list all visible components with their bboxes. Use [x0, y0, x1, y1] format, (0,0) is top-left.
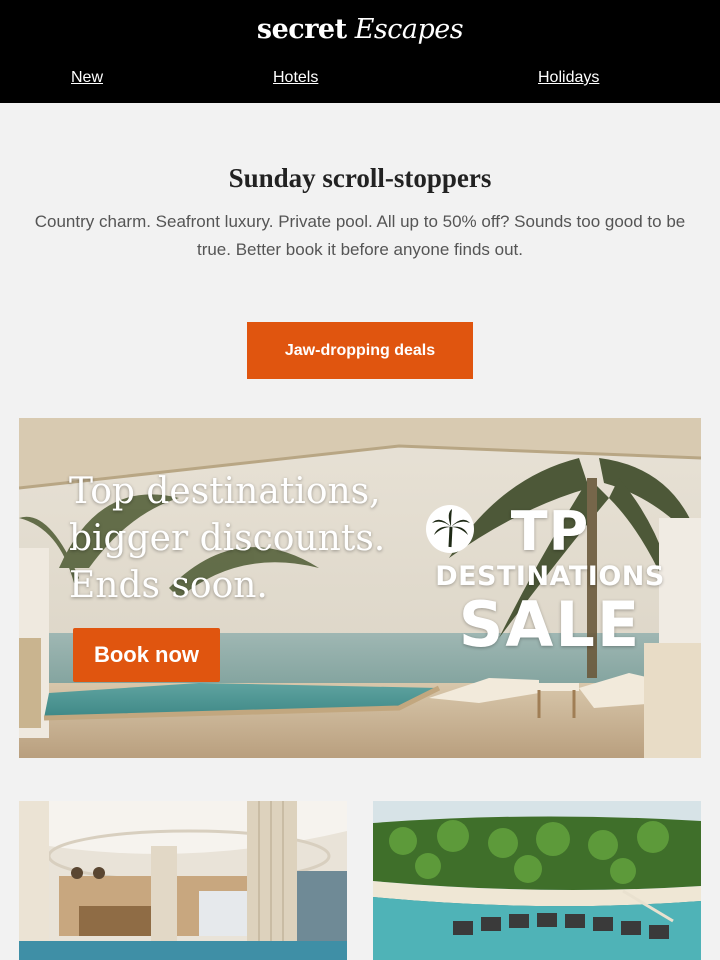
top-destinations-sale-badge: TP DESTINATIONS SALE — [424, 503, 676, 657]
island-resort-aerial-photo — [373, 801, 701, 960]
banner-headline-line: bigger discounts. — [69, 518, 386, 559]
hotel-card[interactable] — [19, 801, 347, 960]
book-now-button[interactable]: Book now — [73, 628, 220, 682]
banner-headline-line: Ends soon. — [69, 565, 268, 606]
jaw-dropping-deals-button[interactable]: Jaw-dropping deals — [247, 322, 473, 379]
hotel-lobby-photo — [19, 801, 347, 960]
sale-letter-t: T — [510, 500, 549, 563]
nav-link-new[interactable]: New — [71, 69, 103, 87]
logo-word-escapes: Escapes — [354, 14, 464, 45]
logo-word-secret: secret — [256, 14, 347, 45]
sale-letter-p: P — [548, 500, 590, 563]
banner-headline: Top destinations, bigger discounts. Ends… — [69, 468, 385, 609]
secret-escapes-logo[interactable]: secret Escapes — [0, 14, 720, 45]
sale-word-top: TP — [424, 503, 676, 561]
sale-word-sale: SALE — [458, 588, 642, 661]
banner-headline-line: Top destinations, — [69, 471, 381, 512]
nav-link-holidays[interactable]: Holidays — [538, 69, 599, 87]
page-title: Sunday scroll-stoppers — [228, 163, 492, 193]
hero-banner[interactable]: Top destinations, bigger discounts. Ends… — [19, 418, 701, 758]
hotel-card[interactable] — [373, 801, 701, 960]
intro-text: Country charm. Seafront luxury. Private … — [34, 212, 686, 259]
email-header: secret Escapes New Hotels Holidays — [0, 0, 720, 103]
nav-link-hotels[interactable]: Hotels — [273, 69, 318, 87]
